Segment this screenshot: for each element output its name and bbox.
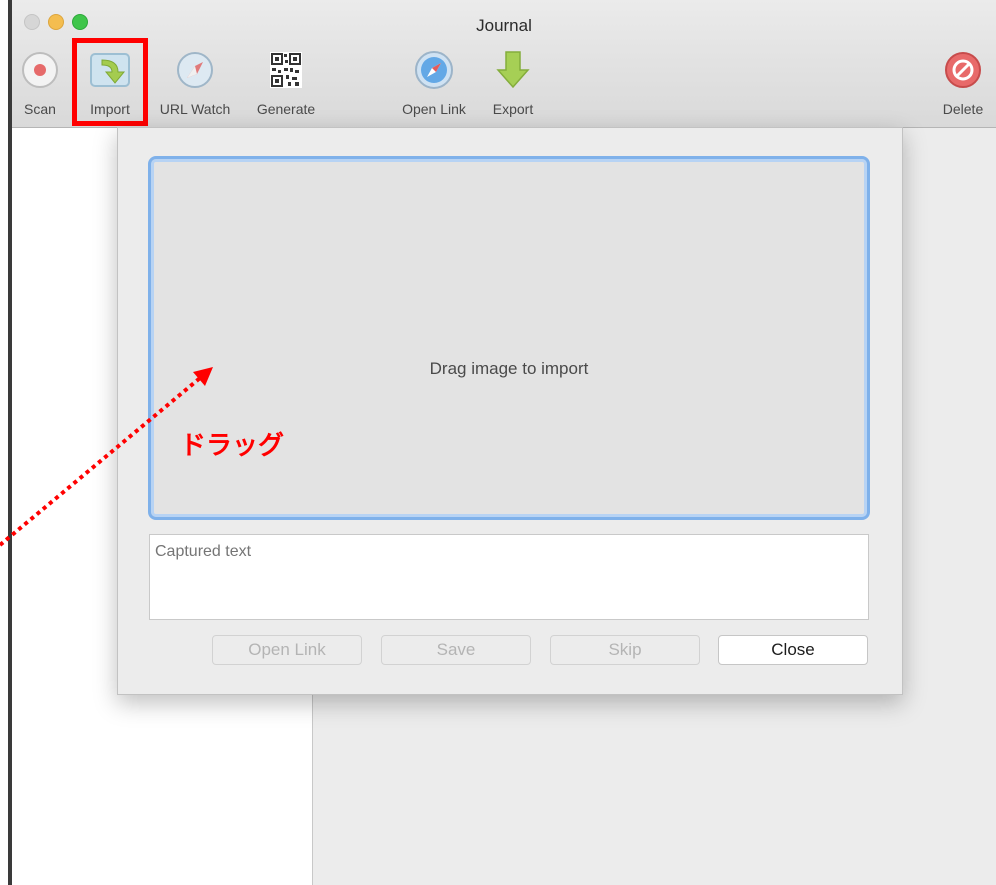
close-button[interactable]: Close (718, 635, 868, 665)
qr-code-icon (270, 52, 302, 88)
toolbar-export-label: Export (492, 101, 534, 117)
captured-text-field[interactable] (149, 534, 869, 620)
url-watch-icon (177, 52, 213, 88)
window-title: Journal (476, 16, 532, 35)
toolbar-generate-button[interactable]: Generate (248, 46, 324, 122)
safari-compass-icon (415, 51, 453, 89)
import-highlight-box (72, 38, 148, 126)
import-sheet: Drag image to import Open Link Save Skip… (117, 127, 903, 695)
toolbar-open-link-label: Open Link (402, 101, 466, 117)
toolbar-open-link-button[interactable]: Open Link (394, 46, 474, 122)
toolbar-scan-label: Scan (24, 101, 56, 117)
toolbar-delete-button[interactable]: Delete (934, 46, 992, 122)
export-arrow-icon (496, 51, 530, 89)
toolbar-scan-button[interactable]: Scan (14, 46, 66, 122)
toolbar-url-watch-label: URL Watch (159, 101, 231, 117)
drag-annotation-label: ドラッグ (180, 431, 285, 461)
toolbar-url-watch-button[interactable]: URL Watch (150, 46, 240, 122)
skip-button[interactable]: Skip (550, 635, 700, 665)
open-link-button[interactable]: Open Link (212, 635, 362, 665)
toolbar-export-button[interactable]: Export (485, 46, 541, 122)
toolbar-delete-label: Delete (942, 101, 984, 117)
drop-prompt: Drag image to import (429, 359, 589, 378)
save-button[interactable]: Save (381, 635, 531, 665)
image-drop-zone[interactable]: Drag image to import (148, 156, 870, 520)
scan-icon (22, 52, 58, 88)
toolbar: Journal Scan Import URL Watch Generate O… (12, 0, 996, 128)
toolbar-generate-label: Generate (256, 101, 316, 117)
delete-icon (945, 52, 981, 88)
